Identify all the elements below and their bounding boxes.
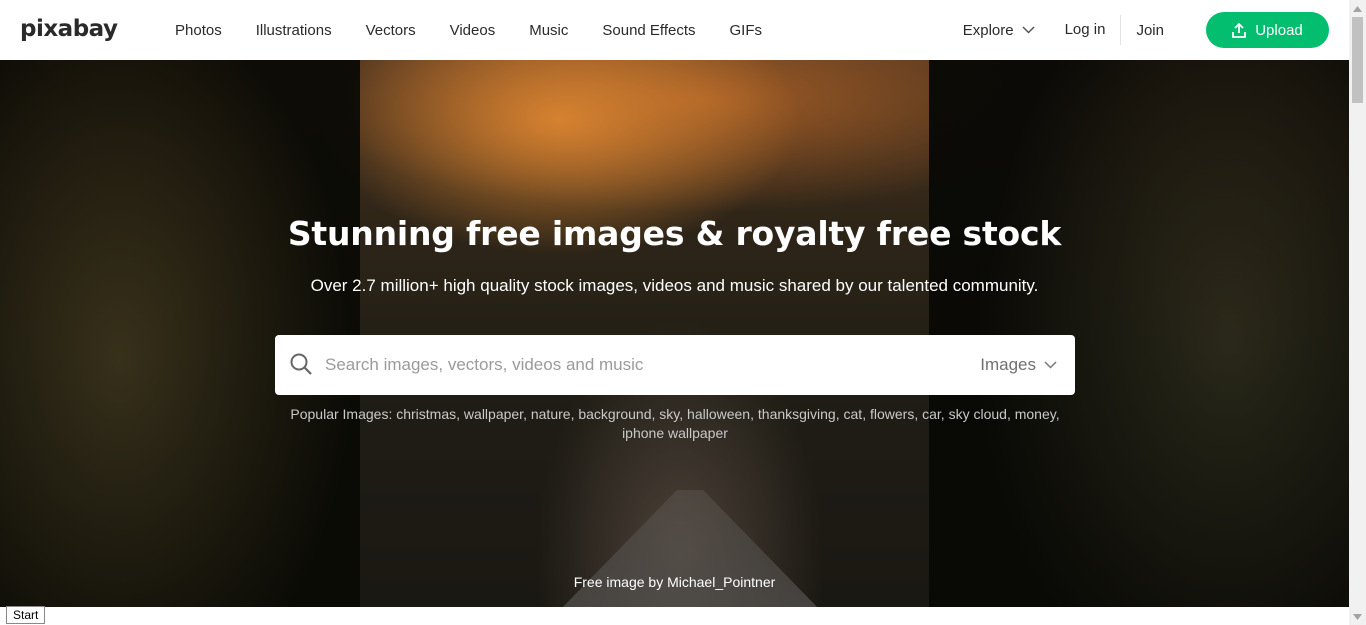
popular-tag[interactable]: wallpaper <box>464 406 523 422</box>
popular-label: Popular Images: <box>290 406 393 422</box>
popular-tag[interactable]: car <box>922 406 941 422</box>
popular-tag[interactable]: nature <box>531 406 571 422</box>
nav-sound-effects[interactable]: Sound Effects <box>602 22 695 39</box>
popular-tag[interactable]: sky <box>659 406 679 422</box>
login-link[interactable]: Log in <box>1065 15 1122 45</box>
nav-vectors[interactable]: Vectors <box>366 22 416 39</box>
pixabay-logo[interactable]: pixabay <box>20 16 118 42</box>
search-input[interactable] <box>325 335 925 395</box>
popular-tag[interactable]: sky cloud <box>949 406 1007 422</box>
chevron-down-icon <box>1044 361 1057 369</box>
scrollbar-thumb[interactable] <box>1352 17 1363 103</box>
upload-icon <box>1232 22 1247 38</box>
popular-tag[interactable]: thanksgiving <box>758 406 836 422</box>
hero-section: Stunning free images & royalty free stoc… <box>0 60 1349 607</box>
start-button[interactable]: Start <box>6 606 46 624</box>
nav-illustrations[interactable]: Illustrations <box>256 22 332 39</box>
nav-photos[interactable]: Photos <box>175 22 222 39</box>
popular-tag[interactable]: money <box>1015 406 1056 422</box>
explore-menu[interactable]: Explore <box>963 22 1035 39</box>
account-nav: Explore Log in Join Upload <box>963 0 1329 60</box>
nav-music[interactable]: Music <box>529 22 568 39</box>
popular-tag[interactable]: christmas <box>396 406 456 422</box>
image-credit[interactable]: Free image by Michael_Pointner <box>0 574 1349 590</box>
popular-tag[interactable]: cat <box>844 406 863 422</box>
vertical-scrollbar[interactable] <box>1349 0 1366 625</box>
hero-background-trees-left <box>0 60 360 607</box>
popular-searches: Popular Images: christmas, wallpaper, na… <box>290 406 1060 441</box>
upload-label: Upload <box>1255 21 1303 39</box>
page-bottom-strip <box>0 607 1349 625</box>
media-type-label: Images <box>980 355 1036 374</box>
upload-button[interactable]: Upload <box>1206 12 1329 48</box>
popular-tag[interactable]: flowers <box>870 406 914 422</box>
chevron-down-icon <box>1022 26 1035 34</box>
search-icon[interactable] <box>289 352 313 376</box>
main-nav: Photos Illustrations Vectors Videos Musi… <box>175 0 796 60</box>
hero-subtitle: Over 2.7 million+ high quality stock ima… <box>310 276 1039 295</box>
nav-gifs[interactable]: GIFs <box>730 22 763 39</box>
scroll-down-arrow-icon[interactable] <box>1349 608 1366 625</box>
popular-tag[interactable]: halloween <box>687 406 750 422</box>
nav-videos[interactable]: Videos <box>450 22 496 39</box>
hero-title: Stunning free images & royalty free stoc… <box>287 214 1062 253</box>
explore-label: Explore <box>962 21 1014 39</box>
join-link[interactable]: Join <box>1136 22 1164 39</box>
search-bar: Images <box>275 335 1075 395</box>
hero-background-trees-right <box>929 60 1349 607</box>
media-type-select[interactable]: Images <box>980 335 1057 395</box>
scroll-up-arrow-icon[interactable] <box>1349 0 1366 17</box>
popular-tag[interactable]: background <box>578 406 651 422</box>
top-header: pixabay Photos Illustrations Vectors Vid… <box>0 0 1349 60</box>
popular-tag[interactable]: iphone wallpaper <box>622 425 728 441</box>
